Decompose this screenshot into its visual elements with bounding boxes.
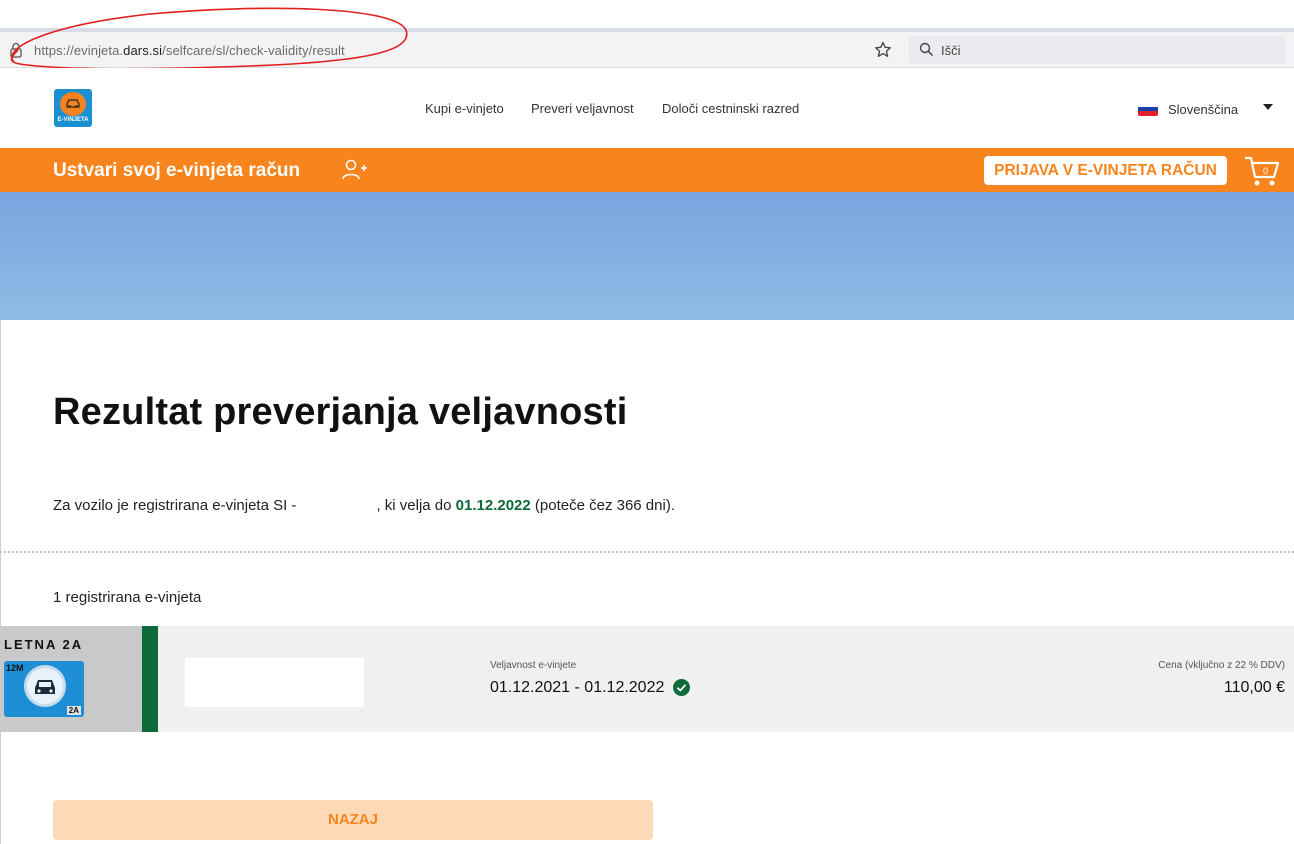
url-field[interactable]: https://evinjeta.dars.si/selfcare/sl/che… [34, 43, 345, 58]
info-text-middle: , ki velja do [376, 497, 452, 514]
valid-status-bar [142, 626, 158, 732]
validity-dates: 01.12.2021 - 01.12.2022 [490, 679, 665, 696]
valid-until-date: 01.12.2022 [455, 497, 531, 514]
url-path: /selfcare/sl/check-validity/result [162, 43, 345, 58]
hero-sky-banner [0, 192, 1294, 320]
vignette-type: LETNA 2A [4, 637, 84, 652]
cart-count: 0 [1263, 166, 1268, 176]
add-user-icon[interactable] [341, 158, 367, 182]
price-value: 110,00 € [1223, 679, 1285, 696]
page-title: Rezultat preverjanja veljavnosti [53, 391, 628, 433]
info-text-start: Za vozilo je registrirana e-vinjeta SI - [53, 497, 297, 514]
search-icon [919, 42, 934, 57]
car-icon [66, 99, 80, 108]
registered-count: 1 registrirana e-vinjeta [53, 589, 202, 606]
nav-check-validity[interactable]: Preveri veljavnost [531, 101, 634, 116]
cart-icon[interactable]: 0 [1244, 155, 1280, 187]
login-button[interactable]: PRIJAVA V E-VINJETA RAČUN [984, 156, 1227, 185]
car-icon [35, 680, 55, 694]
window-top-strip [0, 0, 1294, 28]
create-account-link[interactable]: Ustvari svoj e-vinjeta račun [53, 160, 300, 182]
back-button[interactable]: NAZAJ [53, 800, 653, 840]
search-placeholder: Išči [941, 43, 961, 58]
validity-info-text: Za vozilo je registrirana e-vinjeta SI -… [53, 497, 675, 514]
browser-address-bar: https://evinjeta.dars.si/selfcare/sl/che… [0, 28, 1294, 68]
slovenia-flag-icon [1138, 102, 1158, 116]
vignette-card: LETNA 2A 12M 2A Veljavnost e-vinjete 01.… [0, 626, 1294, 732]
validity-label: Veljavnost e-vinjete [490, 660, 577, 671]
badge-period: 12M [6, 663, 24, 673]
url-domain: dars.si [123, 43, 163, 58]
info-text-end: (poteče čez 366 dni). [534, 497, 675, 514]
vignette-badge-image: 12M 2A [4, 661, 84, 717]
account-banner: Ustvari svoj e-vinjeta račun PRIJAVA V E… [0, 148, 1294, 192]
logo-label: E-VINJETA [57, 117, 89, 123]
dotted-divider [0, 551, 1294, 553]
nav-buy-vignette[interactable]: Kupi e-vinjeto [425, 101, 504, 116]
badge-class: 2A [66, 706, 81, 715]
redacted-plate-box [185, 658, 364, 707]
price-label: Cena (vključno z 22 % DDV) [1158, 660, 1285, 671]
lock-icon [10, 42, 22, 58]
check-circle-icon [673, 679, 690, 696]
chevron-down-icon[interactable] [1263, 104, 1273, 110]
evinjeta-logo[interactable]: E-VINJETA [54, 89, 92, 127]
site-header: E-VINJETA Kupi e-vinjeto Preveri veljavn… [0, 68, 1294, 148]
url-prefix: https://evinjeta. [34, 43, 124, 58]
browser-search-box[interactable]: Išči [909, 36, 1286, 64]
nav-toll-class[interactable]: Določi cestninski razred [662, 101, 799, 116]
badge-circle [24, 665, 66, 707]
bookmark-star-icon[interactable] [873, 40, 893, 60]
vignette-thumbnail: LETNA 2A 12M 2A [0, 626, 142, 732]
language-label: Slovenščina [1168, 102, 1239, 117]
